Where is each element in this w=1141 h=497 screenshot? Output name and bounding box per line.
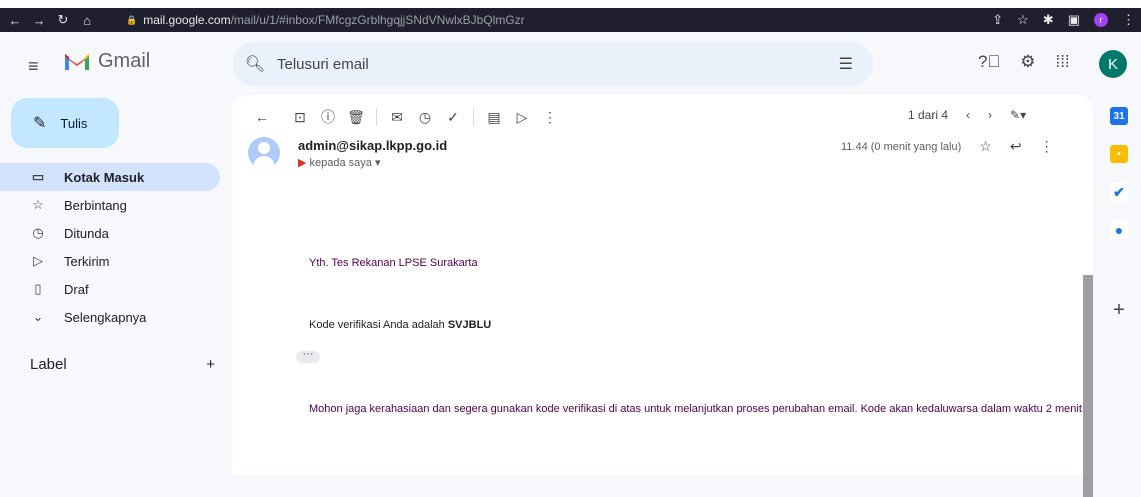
important-marker-icon: ▶ bbox=[298, 157, 307, 169]
labels-section: Label + bbox=[30, 356, 215, 373]
message-meta: 11.44 (0 menit yang lalu) ☆ ↩ ⋮ bbox=[841, 138, 1054, 155]
recipient-text: kepada saya bbox=[309, 157, 372, 169]
add-label-icon[interactable]: + bbox=[206, 356, 215, 373]
sidebar-item-label: Draf bbox=[64, 281, 89, 297]
pager-text: 1 dari 4 bbox=[908, 108, 949, 122]
labels-heading: Label bbox=[30, 356, 67, 373]
sidebar-item-more[interactable]: ⌄ Selengkapnya bbox=[0, 303, 220, 331]
sidebar-item-starred[interactable]: ☆ Berbintang bbox=[0, 191, 220, 219]
sidebar-item-inbox[interactable]: ▭ Kotak Masuk bbox=[0, 163, 220, 191]
more-options-icon[interactable]: ⋮ bbox=[1040, 138, 1054, 155]
help-icon[interactable]: ?⃝ bbox=[978, 52, 1000, 72]
home-icon[interactable]: ⌂ bbox=[78, 13, 96, 28]
verification-line: Kode verifikasi Anda adalah SVJBLU bbox=[309, 317, 491, 333]
url-path: /mail/u/1/#inbox/FMfcgzGrblhgqjjSNdVNwlx… bbox=[230, 13, 525, 27]
gmail-logo[interactable]: Gmail bbox=[64, 50, 150, 73]
search-placeholder: Telusuri email bbox=[277, 55, 369, 73]
address-bar[interactable]: 🔒 mail.google.com /mail/u/1/#inbox/FMfcg… bbox=[126, 10, 1141, 30]
show-trimmed-content-button[interactable]: ··· bbox=[296, 349, 320, 363]
chevron-right-icon[interactable]: › bbox=[988, 108, 992, 122]
mark-unread-icon[interactable]: ✉ bbox=[383, 109, 411, 126]
report-spam-icon[interactable]: ⓘ bbox=[314, 107, 342, 127]
back-to-inbox-icon[interactable]: ← bbox=[248, 109, 276, 125]
account-avatar[interactable]: K bbox=[1099, 50, 1127, 78]
sidebar-item-label: Selengkapnya bbox=[64, 309, 147, 325]
search-bar[interactable]: 🔍︎ Telusuri email ☰ bbox=[233, 42, 873, 86]
move-to-icon[interactable]: ▤ bbox=[480, 109, 508, 126]
add-addon-icon[interactable]: + bbox=[1113, 299, 1125, 322]
side-panel-icon[interactable]: ▣ bbox=[1068, 12, 1080, 28]
search-icon[interactable]: 🔍︎ bbox=[233, 54, 277, 74]
lock-icon: 🔒 bbox=[126, 14, 138, 25]
sidebar-item-drafts[interactable]: ▯ Draf bbox=[0, 275, 220, 303]
tasks-icon[interactable]: ✔ bbox=[1110, 183, 1128, 201]
forward-arrow-icon[interactable]: → bbox=[30, 13, 48, 28]
calendar-icon[interactable]: 31 bbox=[1110, 107, 1128, 125]
back-arrow-icon[interactable]: ← bbox=[6, 13, 24, 28]
message-time: 11.44 (0 menit yang lalu) bbox=[841, 140, 962, 153]
share-icon[interactable]: ⇪ bbox=[992, 12, 1003, 28]
reply-icon[interactable]: ↩ bbox=[1010, 138, 1022, 155]
sidebar-item-label: Terkirim bbox=[64, 253, 110, 269]
clock-icon: ◷ bbox=[32, 225, 44, 240]
toolbar-divider bbox=[473, 108, 474, 126]
scrollbar[interactable] bbox=[1083, 275, 1093, 497]
bookmark-star-icon[interactable]: ☆ bbox=[1017, 12, 1029, 28]
recipient-line[interactable]: ▶ kepada saya ▾ bbox=[298, 156, 381, 169]
snooze-icon[interactable]: ◷ bbox=[411, 109, 439, 126]
profile-avatar[interactable]: r bbox=[1094, 13, 1108, 27]
reload-icon[interactable]: ↻ bbox=[54, 12, 72, 28]
chevron-down-icon: ▾ bbox=[374, 157, 381, 169]
chevron-down-icon: ⌄ bbox=[32, 309, 44, 324]
more-options-icon[interactable]: ⋮ bbox=[536, 109, 564, 126]
pencil-icon: ✎ bbox=[33, 115, 47, 132]
browser-toolbar: ← → ↻ ⌂ 🔒 mail.google.com /mail/u/1/#inb… bbox=[0, 8, 1141, 32]
archive-icon[interactable]: ⊡ bbox=[286, 109, 314, 126]
add-to-tasks-icon[interactable]: ✓ bbox=[439, 109, 467, 126]
contacts-icon[interactable]: ● bbox=[1110, 221, 1128, 239]
sender-email: admin@sikap.lkpp.go.id bbox=[298, 138, 448, 153]
side-apps-rail: 31 • ✔ ● + bbox=[1097, 107, 1141, 322]
gmail-app: ≡ Gmail 🔍︎ Telusuri email ☰ ?⃝ ⚙ ⁞⁞⁞ K ✎… bbox=[0, 32, 1141, 497]
sidebar-item-label: Kotak Masuk bbox=[64, 169, 145, 185]
file-icon: ▯ bbox=[34, 281, 42, 296]
extensions-icon[interactable]: ✱ bbox=[1043, 12, 1054, 28]
email-greeting: Yth. Tes Rekanan LPSE Surakarta bbox=[309, 257, 478, 269]
compose-button[interactable]: ✎ Tulis bbox=[11, 98, 119, 148]
star-icon[interactable]: ☆ bbox=[979, 138, 992, 155]
browser-menu-icon[interactable]: ⋮ bbox=[1122, 12, 1135, 28]
star-icon: ☆ bbox=[32, 197, 44, 212]
settings-gear-icon[interactable]: ⚙ bbox=[1020, 52, 1035, 72]
sidebar-item-label: Berbintang bbox=[64, 197, 127, 213]
gmail-m-icon bbox=[65, 53, 89, 70]
input-tools-icon[interactable]: ✎▾ bbox=[1010, 108, 1026, 122]
sidebar-item-sent[interactable]: ▷ Terkirim bbox=[0, 247, 220, 275]
search-options-icon[interactable]: ☰ bbox=[839, 54, 853, 74]
message-panel: ← ⊡ ⓘ 🗑︎ ✉ ◷ ✓ ▤ ▷ ⋮ 1 dari 4 ‹ › ✎▾ adm… bbox=[232, 95, 1093, 475]
inbox-icon: ▭ bbox=[31, 169, 45, 184]
apps-grid-icon[interactable]: ⁞⁞⁞ bbox=[1055, 52, 1069, 72]
sidebar-nav: ▭ Kotak Masuk ☆ Berbintang ◷ Ditunda ▷ T… bbox=[0, 163, 220, 331]
main-menu-icon[interactable]: ≡ bbox=[28, 56, 39, 77]
cropped-top-text bbox=[0, 0, 1141, 8]
verification-code: SVJBLU bbox=[447, 319, 492, 331]
delete-icon[interactable]: 🗑︎ bbox=[342, 109, 370, 126]
label-icon[interactable]: ▷ bbox=[508, 109, 536, 126]
compose-label: Tulis bbox=[60, 115, 88, 131]
verification-prefix: Kode verifikasi Anda adalah bbox=[309, 319, 445, 331]
sidebar-item-label: Ditunda bbox=[64, 225, 109, 241]
email-notice: Mohon jaga kerahasiaan dan segera gunaka… bbox=[309, 403, 1085, 415]
sidebar-item-snoozed[interactable]: ◷ Ditunda bbox=[0, 219, 220, 247]
url-host: mail.google.com bbox=[143, 13, 231, 27]
sender-avatar bbox=[248, 137, 280, 169]
send-icon: ▷ bbox=[33, 253, 43, 268]
pagination: 1 dari 4 ‹ › ✎▾ bbox=[908, 108, 1026, 122]
toolbar-divider bbox=[376, 108, 377, 126]
app-name: Gmail bbox=[98, 50, 151, 72]
chevron-left-icon[interactable]: ‹ bbox=[966, 108, 970, 122]
keep-icon[interactable]: • bbox=[1110, 145, 1128, 163]
